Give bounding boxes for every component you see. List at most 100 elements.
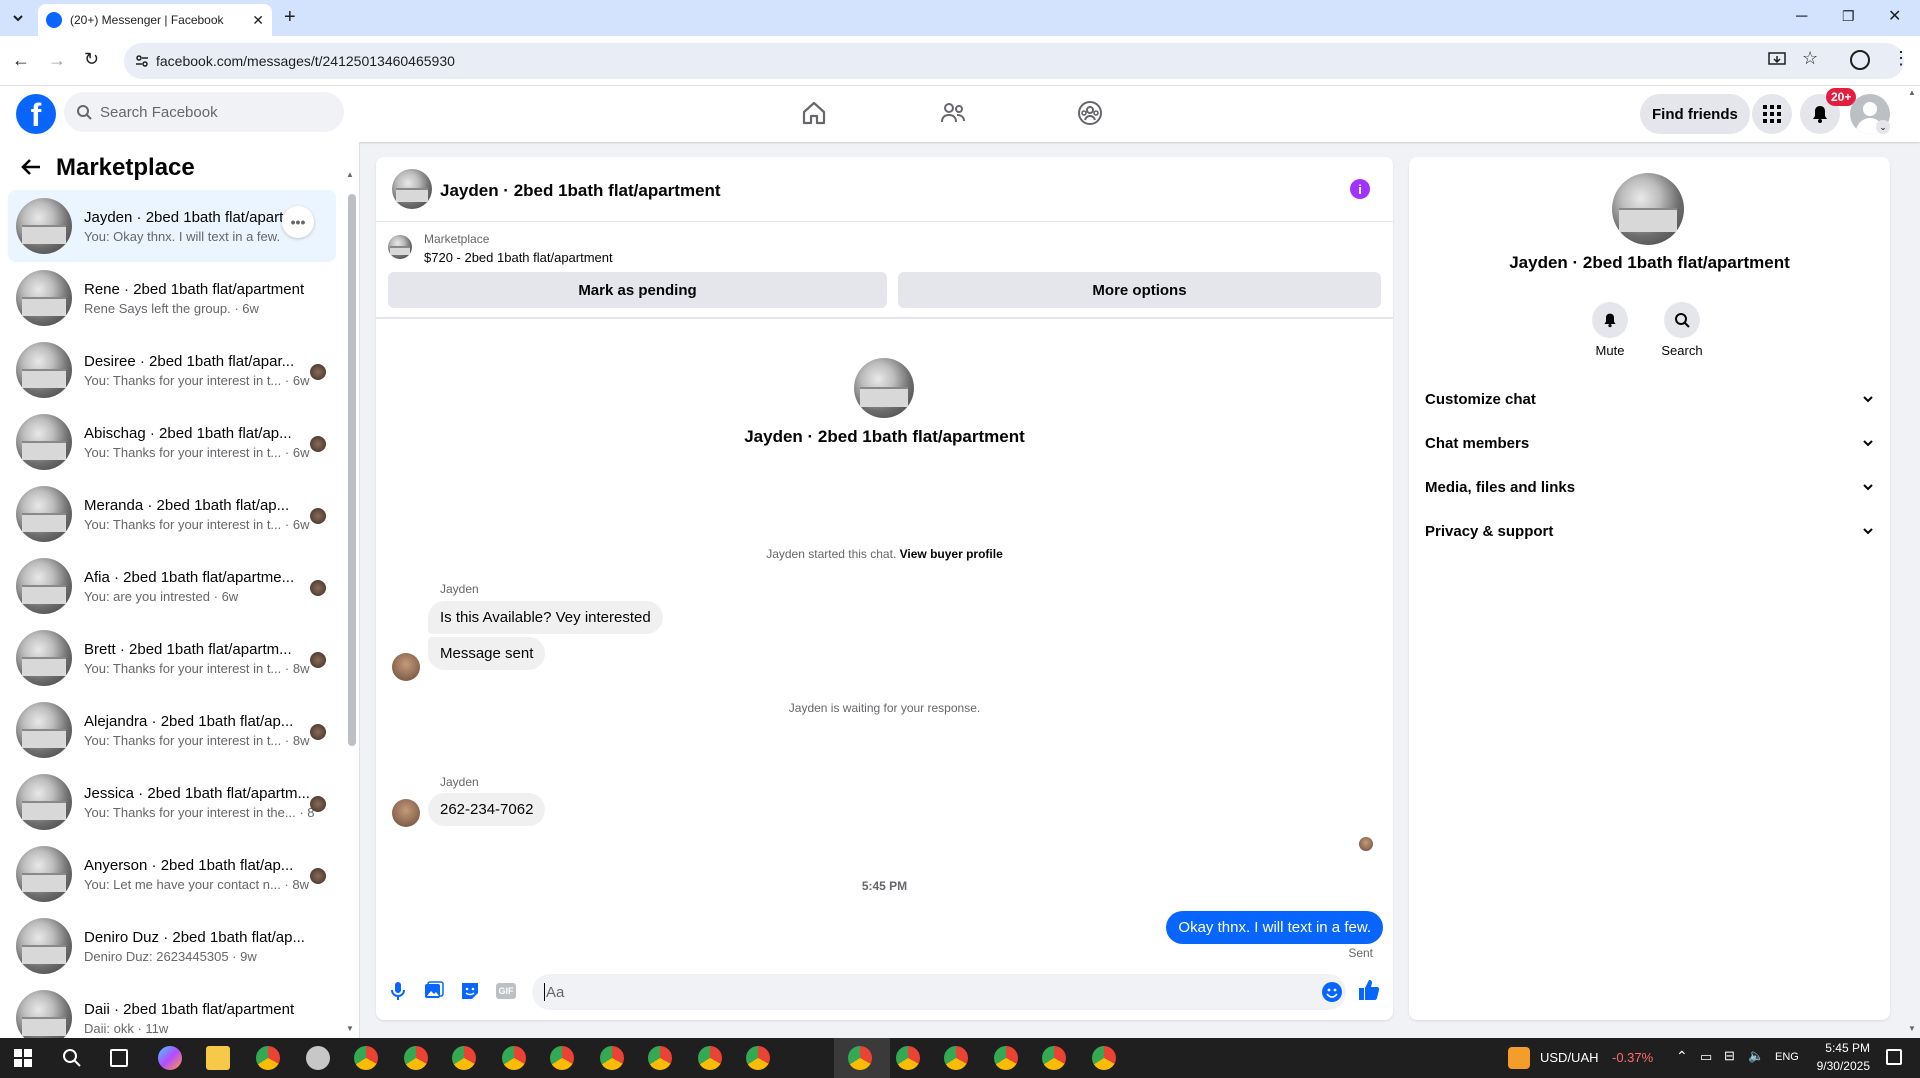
taskbar-search-icon[interactable] bbox=[62, 1048, 82, 1068]
volume-icon[interactable]: 🔈 bbox=[1748, 1048, 1764, 1064]
chrome-profile-icon[interactable] bbox=[1092, 1046, 1116, 1070]
sender-avatar[interactable] bbox=[392, 653, 420, 681]
microphone-icon[interactable] bbox=[390, 981, 406, 1001]
listing-title[interactable]: $720 - 2bed 1bath flat/apartment bbox=[424, 250, 613, 265]
facebook-logo-icon[interactable]: f bbox=[16, 94, 56, 134]
chrome-profile-icon[interactable] bbox=[746, 1046, 770, 1070]
clock-date[interactable]: 9/30/2025 bbox=[1800, 1059, 1870, 1073]
clock-time[interactable]: 5:45 PM bbox=[1810, 1041, 1870, 1055]
conversation-item[interactable]: Brett · 2bed 1bath flat/apartm... You: Th… bbox=[8, 622, 336, 694]
conversation-item[interactable]: Afia · 2bed 1bath flat/apartme... You: ar… bbox=[8, 550, 336, 622]
chrome-profile-active-icon[interactable] bbox=[848, 1046, 872, 1070]
chrome-profile-icon[interactable] bbox=[944, 1046, 968, 1070]
photo-icon[interactable] bbox=[424, 981, 444, 1001]
conversation-item[interactable]: Alejandra · 2bed 1bath flat/ap... You: Th… bbox=[8, 694, 336, 766]
windows-start-icon[interactable] bbox=[14, 1049, 32, 1067]
view-buyer-profile-link[interactable]: View buyer profile bbox=[900, 547, 1003, 561]
conversation-item[interactable]: Deniro Duz · 2bed 1bath flat/ap... Deniro… bbox=[8, 910, 336, 982]
scroll-down-icon[interactable]: ▼ bbox=[346, 1024, 354, 1033]
conversation-scrollbar[interactable] bbox=[348, 194, 356, 746]
conversation-item[interactable]: Meranda · 2bed 1bath flat/ap... You: Than… bbox=[8, 478, 336, 550]
menu-grid-icon[interactable] bbox=[1752, 94, 1792, 134]
copilot-icon[interactable] bbox=[158, 1046, 182, 1070]
info-icon[interactable]: i bbox=[1350, 179, 1370, 199]
conversation-item[interactable]: Anyerson · 2bed 1bath flat/ap... You: Let… bbox=[8, 838, 336, 910]
task-view-icon[interactable] bbox=[110, 1049, 128, 1067]
conversation-item[interactable]: Desiree · 2bed 1bath flat/apar... You: Th… bbox=[8, 334, 336, 406]
minimize-button[interactable]: ─ bbox=[1796, 8, 1807, 26]
conversation-item[interactable]: Jayden · 2bed 1bath flat/apartment You: O… bbox=[8, 190, 336, 262]
chat-members-section[interactable]: Chat members bbox=[1425, 425, 1874, 461]
my-message-bubble[interactable]: Okay thnx. I will text in a few. bbox=[1166, 911, 1383, 944]
notification-center-icon[interactable] bbox=[1886, 1049, 1902, 1065]
network-icon[interactable]: ⊟ bbox=[1724, 1048, 1735, 1064]
install-app-icon[interactable] bbox=[1768, 51, 1786, 69]
chrome-profile-icon[interactable] bbox=[502, 1046, 526, 1070]
file-explorer-icon[interactable] bbox=[206, 1046, 230, 1070]
chrome-profile-icon[interactable] bbox=[354, 1046, 378, 1070]
tray-chevron-icon[interactable]: ⌃ bbox=[1676, 1048, 1688, 1065]
chrome-profile-icon[interactable] bbox=[550, 1046, 574, 1070]
page-scroll-up-icon[interactable]: ▲ bbox=[1908, 88, 1916, 97]
groups-nav-icon[interactable] bbox=[1077, 100, 1103, 126]
tab-list-icon[interactable] bbox=[10, 10, 26, 26]
chrome-profile-icon[interactable] bbox=[600, 1046, 624, 1070]
media-files-links-section[interactable]: Media, files and links bbox=[1425, 469, 1874, 505]
chrome-profile-icon[interactable] bbox=[698, 1046, 722, 1070]
like-thumbs-up-icon[interactable] bbox=[1358, 979, 1380, 1001]
message-bubble[interactable]: Message sent bbox=[428, 637, 546, 670]
customize-chat-section[interactable]: Customize chat bbox=[1425, 381, 1874, 417]
message-bubble[interactable]: 262-234-7062 bbox=[428, 793, 546, 826]
tray-device-icon[interactable]: ▭ bbox=[1700, 1049, 1712, 1065]
more-actions-icon[interactable]: ••• bbox=[282, 206, 314, 238]
friends-nav-icon[interactable] bbox=[940, 100, 966, 126]
site-info-icon[interactable] bbox=[134, 53, 150, 69]
new-tab-button[interactable]: + bbox=[284, 6, 296, 29]
chat-header-title[interactable]: Jayden · 2bed 1bath flat/apartment bbox=[440, 181, 721, 201]
conversation-item[interactable]: Jessica · 2bed 1bath flat/apartm... You: … bbox=[8, 766, 336, 838]
listing-thumbnail[interactable] bbox=[388, 235, 412, 259]
browser-tab[interactable]: (20+) Messenger | Facebook ✕ bbox=[38, 4, 272, 36]
chat-profile-avatar[interactable] bbox=[854, 358, 914, 418]
search-facebook-input[interactable]: Search Facebook bbox=[64, 92, 344, 132]
chrome-profile-icon[interactable] bbox=[994, 1046, 1018, 1070]
gif-icon[interactable]: GIF bbox=[496, 983, 516, 999]
chrome-profile-icon[interactable] bbox=[1042, 1046, 1066, 1070]
sender-avatar[interactable] bbox=[392, 799, 420, 827]
back-arrow-icon[interactable] bbox=[20, 156, 42, 178]
menu-dots-icon[interactable]: ⋮ bbox=[1892, 48, 1910, 69]
chrome-profile-icon[interactable] bbox=[404, 1046, 428, 1070]
info-avatar[interactable] bbox=[1612, 173, 1684, 245]
close-window-button[interactable]: ✕ bbox=[1888, 6, 1901, 26]
mute-bell-icon[interactable] bbox=[1592, 302, 1628, 338]
search-in-chat-icon[interactable] bbox=[1664, 302, 1700, 338]
chrome-icon[interactable] bbox=[256, 1046, 280, 1070]
account-chevron-icon[interactable]: ⌄ bbox=[1876, 120, 1890, 134]
mark-as-pending-button[interactable]: Mark as pending bbox=[388, 272, 887, 308]
profile-icon[interactable] bbox=[1850, 50, 1870, 70]
emoji-icon[interactable] bbox=[1322, 982, 1342, 1002]
currency-label[interactable]: USD/UAH bbox=[1540, 1050, 1599, 1065]
reload-icon[interactable]: ↻ bbox=[84, 49, 99, 70]
close-tab-icon[interactable]: ✕ bbox=[252, 12, 264, 29]
sticker-icon[interactable] bbox=[460, 981, 480, 1001]
address-bar[interactable]: facebook.com/messages/t/2412501346046593… bbox=[124, 43, 1904, 79]
page-scroll-down-icon[interactable]: ▼ bbox=[1908, 1024, 1916, 1033]
currency-widget-icon[interactable] bbox=[1508, 1047, 1530, 1069]
chrome-profile-icon[interactable] bbox=[896, 1046, 920, 1070]
home-nav-icon[interactable] bbox=[801, 100, 827, 126]
conversation-item[interactable]: Rene · 2bed 1bath flat/apartment Rene Say… bbox=[8, 262, 336, 334]
chrome-profile-icon[interactable] bbox=[648, 1046, 672, 1070]
app-icon[interactable] bbox=[306, 1046, 330, 1070]
message-input[interactable]: Aa bbox=[532, 974, 1346, 1010]
chrome-profile-icon[interactable] bbox=[452, 1046, 476, 1070]
message-bubble[interactable]: Is this Available? Vey interested bbox=[428, 601, 663, 634]
language-indicator[interactable]: ENG bbox=[1775, 1051, 1799, 1063]
scroll-up-icon[interactable]: ▲ bbox=[346, 170, 354, 179]
find-friends-button[interactable]: Find friends bbox=[1640, 94, 1750, 134]
restore-button[interactable]: ❐ bbox=[1842, 8, 1855, 25]
privacy-support-section[interactable]: Privacy & support bbox=[1425, 513, 1874, 549]
forward-icon[interactable]: → bbox=[48, 50, 66, 71]
chat-header-avatar[interactable] bbox=[392, 169, 432, 209]
back-icon[interactable]: ← bbox=[12, 50, 30, 71]
